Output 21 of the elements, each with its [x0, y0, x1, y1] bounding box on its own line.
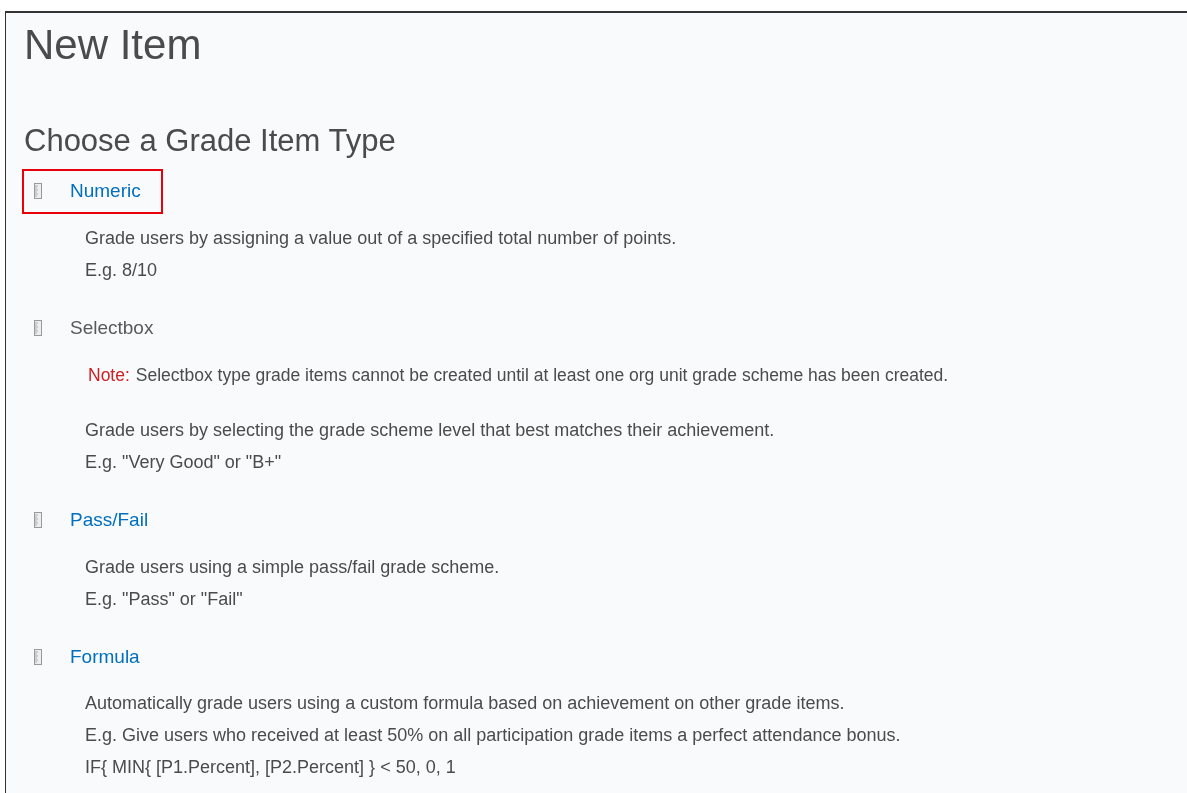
grade-type-link[interactable]: Formula — [70, 642, 140, 671]
description-line: E.g. 8/10 — [85, 258, 158, 282]
description-line: E.g. "Very Good" or "B+" — [85, 451, 282, 474]
description-line: Automatically grade users using a custom formula based on achievement on other grade items. — [85, 692, 845, 715]
description-line: E.g. Give users who received at least 50% on all participation grade items a perfect attendance bonus. — [85, 724, 901, 747]
grade-type-label: Selectbox — [70, 315, 154, 340]
grade-type-link[interactable]: Pass/Fail — [70, 506, 149, 535]
description-line: Grade users using a simple pass/fail grade scheme. — [85, 555, 500, 579]
description-line: Grade users by assigning a value out of a specified total number of points. — [85, 226, 677, 250]
ruler-icon — [34, 183, 42, 200]
ruler-icon — [34, 648, 42, 665]
ruler-icon — [34, 319, 42, 336]
description-line: IF{ MIN{ [P1.Percent], [P2.Percent] } < 50, 0, 1 — [85, 756, 456, 779]
note-label: Note: — [88, 364, 130, 387]
section-heading: Choose a Grade Item Type — [24, 122, 396, 160]
grade-type-link[interactable]: Numeric — [70, 177, 141, 206]
description-line: E.g. "Pass" or "Fail" — [85, 587, 243, 611]
ruler-icon — [34, 512, 42, 529]
note-text: Selectbox type grade items cannot be created until at least one org unit grade scheme has been created. — [135, 364, 949, 387]
description-line: Grade users by selecting the grade scheme level that best matches their achievement. — [85, 419, 775, 442]
page-title: New Item — [24, 20, 202, 70]
